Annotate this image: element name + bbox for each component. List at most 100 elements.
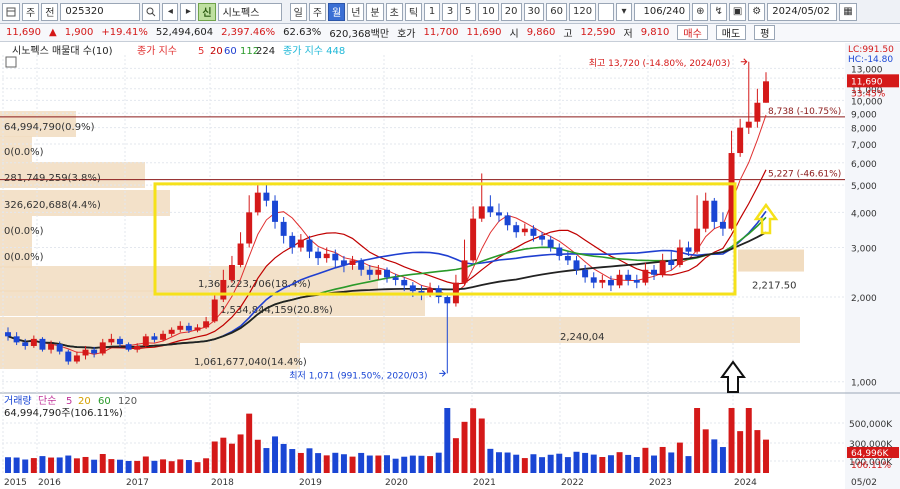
- candle-body: [160, 333, 167, 340]
- date-field[interactable]: 2024/05/02: [767, 2, 838, 21]
- tab-period-2[interactable]: 월: [328, 2, 346, 21]
- code-input[interactable]: 025320: [60, 2, 141, 21]
- candle-body: [56, 344, 63, 352]
- x-tick-label: 2015: [4, 478, 27, 488]
- volume-bar: [5, 457, 11, 473]
- link-icon[interactable]: ↯: [710, 2, 727, 21]
- interval-10[interactable]: 10: [478, 2, 499, 21]
- type-select[interactable]: 주: [22, 2, 40, 21]
- legend-ma-60: 60: [224, 46, 237, 57]
- chart-area[interactable]: 1,000 2,000 3,000 4,000 5,000 6,000 7,000 8,000…: [0, 43, 900, 489]
- market-badge: 신: [198, 2, 216, 21]
- interval-20[interactable]: 20: [500, 2, 522, 21]
- buy-button[interactable]: 매수: [677, 25, 708, 40]
- volume-bar: [737, 431, 744, 473]
- current-price: 11,690: [6, 27, 41, 38]
- interval-1[interactable]: 1: [424, 2, 441, 21]
- candle-body: [607, 279, 614, 286]
- volume-bar: [39, 456, 46, 473]
- interval-60[interactable]: 60: [546, 2, 567, 21]
- stock-name-field[interactable]: 시노펙스: [217, 2, 282, 21]
- candle-body: [444, 297, 451, 304]
- tab-period-0[interactable]: 일: [289, 2, 307, 21]
- prev-arrow-icon[interactable]: ◂: [162, 2, 179, 21]
- volume-bar: [642, 447, 649, 473]
- interval-120[interactable]: 120: [568, 2, 597, 21]
- volume-profile-label: 326,620,688(4.4%): [4, 200, 101, 211]
- candle-body: [694, 228, 701, 252]
- interval-30[interactable]: 30: [523, 2, 545, 21]
- candle-body: [263, 192, 270, 201]
- legend-ma-20: 20: [210, 46, 223, 57]
- menu-icon[interactable]: [2, 2, 20, 21]
- volume-bar: [573, 451, 580, 473]
- candle-body: [719, 221, 726, 229]
- tab-period-6[interactable]: 틱: [404, 2, 423, 21]
- volume-bar: [349, 456, 356, 473]
- interval-custom-input[interactable]: [598, 2, 615, 21]
- candle-body: [211, 299, 218, 322]
- count-field[interactable]: 106/240: [634, 2, 691, 21]
- save-icon[interactable]: ▣: [728, 2, 747, 21]
- eval-button[interactable]: 평: [754, 25, 776, 40]
- candle-body: [375, 269, 382, 275]
- volume-bar: [116, 459, 123, 473]
- candle-body: [142, 336, 149, 346]
- candle-body: [478, 206, 485, 219]
- volume-value: 52,494,604: [155, 27, 214, 38]
- candle-body: [539, 235, 546, 240]
- level-line-label: 5,227 (-46.61%): [768, 170, 841, 180]
- gear-icon[interactable]: ⚙: [748, 2, 766, 21]
- calendar-icon[interactable]: ▦: [839, 2, 857, 21]
- volume-legend-ma-5: 5: [66, 396, 72, 407]
- dropdown-icon[interactable]: ▾: [616, 2, 633, 21]
- candle-body: [754, 102, 761, 122]
- volume-bar: [719, 447, 726, 473]
- legend-ma-5: 5: [198, 46, 204, 57]
- x-tick-label: 2021: [473, 478, 496, 488]
- tab-period-4[interactable]: 분: [366, 2, 384, 21]
- tab-period-1[interactable]: 주: [308, 2, 327, 21]
- tab-period-3[interactable]: 년: [347, 2, 365, 21]
- volume-profile-label: 281,749,259(3.8%): [4, 173, 101, 184]
- legend-ma-label: 종가 지수: [137, 45, 177, 57]
- volume-bar: [125, 460, 132, 473]
- ask-value: 11,700: [423, 27, 459, 38]
- candle-body: [125, 344, 132, 350]
- volume-bar: [73, 458, 80, 473]
- candle-body: [366, 269, 373, 275]
- volume-bar: [694, 408, 701, 473]
- candle-body: [151, 336, 158, 340]
- candle-body: [315, 251, 322, 259]
- crosshair-icon[interactable]: ⊕: [692, 2, 709, 21]
- volume-bar: [384, 455, 390, 473]
- low-value: 9,810: [640, 27, 670, 38]
- tab-period-5[interactable]: 초: [385, 2, 403, 21]
- ask-label: 호가: [397, 29, 416, 40]
- volume-legend-ma-label: 단순: [38, 395, 56, 407]
- stock-chart[interactable]: 1,000 2,000 3,000 4,000 5,000 6,000 7,000 8,000…: [0, 43, 900, 489]
- volume-bar: [22, 459, 29, 473]
- quote-bar: 11,690 ▲ 1,900 +19.41% 52,494,604 2,397.…: [0, 24, 900, 42]
- candle-body: [590, 277, 597, 283]
- date-value: 2024/05/02: [772, 6, 830, 17]
- volume-bar: [254, 439, 261, 473]
- volume-current-label: 64,996K: [851, 449, 889, 459]
- volume-bar: [280, 443, 287, 473]
- next-arrow-icon[interactable]: ▸: [180, 2, 197, 21]
- volume-bar: [315, 453, 322, 473]
- interval-3[interactable]: 3: [442, 2, 459, 21]
- search-icon[interactable]: [142, 2, 161, 21]
- candle-body: [65, 351, 72, 362]
- high-value: 12,590: [580, 27, 616, 38]
- volume-bar: [91, 459, 98, 473]
- candle-body: [625, 274, 632, 280]
- volume-bar: [599, 457, 606, 473]
- period-select[interactable]: 전: [41, 2, 59, 21]
- volume-bar: [435, 452, 442, 473]
- sell-button[interactable]: 매도: [715, 25, 747, 40]
- volume-bar: [478, 418, 485, 473]
- candle-body: [48, 344, 55, 350]
- interval-5[interactable]: 5: [460, 2, 477, 21]
- candle-body: [547, 239, 554, 248]
